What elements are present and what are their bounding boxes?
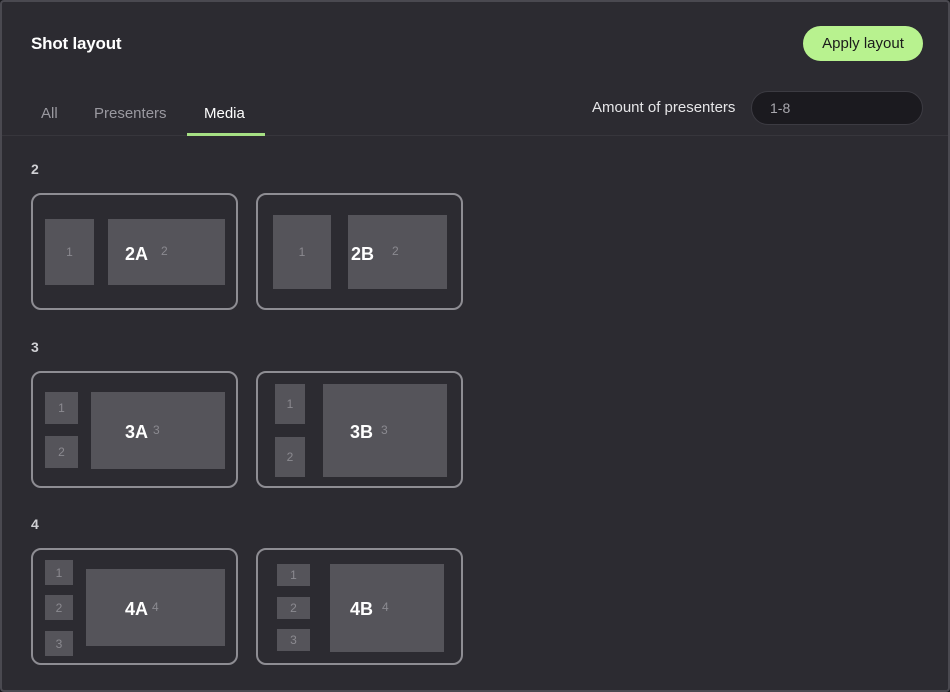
slot-number: 4 — [152, 600, 159, 614]
layout-card-3a[interactable]: 1 2 3 3A — [31, 371, 238, 488]
media-slot: 3 — [91, 392, 225, 469]
layout-code: 3A — [125, 422, 149, 442]
slot-number: 3 — [381, 423, 388, 437]
layout-code: 4A — [125, 599, 149, 619]
group-label: 2 — [31, 161, 39, 177]
group-label: 3 — [31, 339, 39, 355]
tab-media[interactable]: Media — [204, 105, 245, 136]
presenter-slot: 1 — [45, 219, 94, 285]
tab-all[interactable]: All — [41, 105, 58, 136]
layout-card-2a[interactable]: 1 2 2A — [31, 193, 238, 310]
slot-number: 2 — [161, 244, 168, 258]
presenter-slot: 2 — [45, 595, 73, 620]
tab-presenters[interactable]: Presenters — [94, 105, 167, 136]
slot-number: 2 — [392, 244, 399, 258]
presenter-slot: 1 — [45, 392, 78, 424]
presenter-slot: 1 — [275, 384, 305, 424]
layout-code: 2B — [351, 244, 375, 264]
media-slot: 4 — [86, 569, 225, 646]
layout-code: 3B — [350, 422, 374, 442]
layout-code: 2A — [125, 244, 149, 264]
media-slot: 4 — [330, 564, 444, 652]
amount-of-presenters-label: Amount of presenters — [592, 99, 736, 116]
layout-card-4b[interactable]: 1 2 3 4 4B — [256, 548, 463, 665]
layout-card-3b[interactable]: 1 2 3 3B — [256, 371, 463, 488]
presenter-slot: 3 — [45, 631, 73, 656]
dialog-title: Shot layout — [31, 34, 122, 53]
layout-code: 4B — [350, 599, 374, 619]
apply-layout-button[interactable]: Apply layout — [803, 26, 923, 61]
presenter-slot: 2 — [277, 597, 310, 619]
slot-number: 4 — [382, 600, 389, 614]
presenter-slot: 2 — [45, 436, 78, 468]
layout-card-2b[interactable]: 1 2 2B — [256, 193, 463, 310]
presenter-slot: 1 — [45, 560, 73, 585]
group-label: 4 — [31, 516, 39, 532]
active-tab-indicator — [187, 133, 265, 136]
presenter-slot: 1 — [273, 215, 331, 289]
shot-layout-dialog: Shot layout Apply layout All Presenters … — [0, 0, 950, 692]
presenter-slot: 2 — [275, 437, 305, 477]
slot-number: 3 — [153, 423, 160, 437]
layout-card-4a[interactable]: 1 2 3 4 4A — [31, 548, 238, 665]
presenter-slot: 3 — [277, 629, 310, 651]
presenter-slot: 1 — [277, 564, 310, 586]
amount-of-presenters-input[interactable] — [751, 91, 923, 125]
media-slot: 3 — [323, 384, 447, 477]
